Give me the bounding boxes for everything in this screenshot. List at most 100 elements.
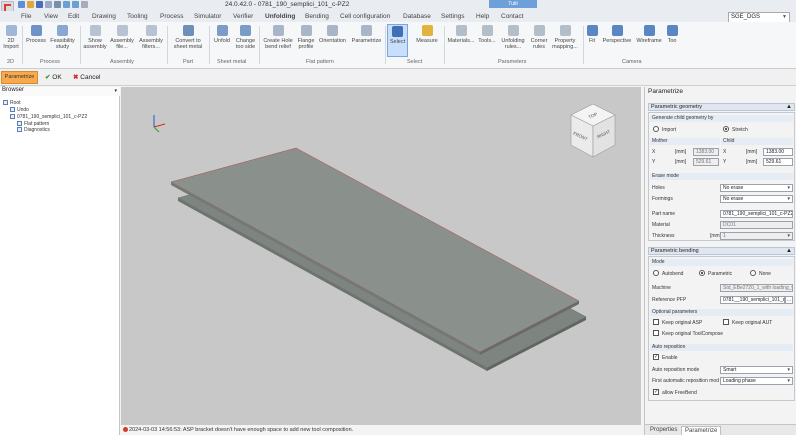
menu-database[interactable]: Database <box>403 13 431 20</box>
ribbon-feasibility-button[interactable]: Feasibility study <box>49 24 76 50</box>
ribbon-assembly-file-button[interactable]: Assembly file... <box>108 24 136 50</box>
print-icon[interactable] <box>54 1 61 8</box>
collapse-icon[interactable]: ▲ <box>786 104 792 110</box>
new-file-icon[interactable] <box>18 1 25 8</box>
ribbon-perspective-button[interactable]: Perspective <box>600 24 634 44</box>
ribbon-unfold-button[interactable]: Unfold <box>211 24 233 44</box>
menu-help[interactable]: Help <box>476 13 489 20</box>
convert-icon <box>182 25 194 36</box>
menu-cell-configuration[interactable]: Cell configuration <box>340 13 390 20</box>
keep-asp-checkbox[interactable] <box>653 319 659 325</box>
ribbon-assembly-filters-button[interactable]: Assembly filters... <box>137 24 165 50</box>
ribbon-label: Create Hole bend relief <box>263 38 293 50</box>
erase-mode-header: Erase mode <box>650 173 793 180</box>
ribbon-select-button[interactable]: Select <box>387 24 408 57</box>
ribbon-orientation-button[interactable]: Orientation <box>316 24 349 44</box>
section-parametric-bending[interactable]: Parametric bending ▲ <box>648 247 795 255</box>
ok-button[interactable]: ✔ OK <box>45 73 62 81</box>
stretch-radio[interactable] <box>723 126 729 132</box>
part-name-field[interactable]: 0781_190_semplici_101_c-PZ2_1 <box>720 210 793 218</box>
tree-item-part[interactable]: 0781_190_semplici_101_c-PZ2 <box>10 114 87 120</box>
collapse-icon[interactable]: ▲ <box>786 248 792 254</box>
menu-unfolding[interactable]: Unfolding <box>265 13 295 20</box>
import-radio[interactable] <box>653 126 659 132</box>
menu-drawing[interactable]: Drawing <box>92 13 116 20</box>
ribbon-create-hole-button[interactable]: Create Hole bend relief <box>261 24 295 50</box>
tab-properties[interactable]: Properties <box>647 426 680 434</box>
ribbon-too-button[interactable]: Too <box>666 24 678 44</box>
pin-icon[interactable]: ▾ <box>114 88 117 94</box>
menu-view[interactable]: View <box>44 13 58 20</box>
tree-label: Root <box>10 100 21 106</box>
child-x-field[interactable]: 1383.00 <box>763 148 793 156</box>
ribbon-show-assembly-button[interactable]: Show assembly <box>83 24 107 50</box>
section-parametric-geometry[interactable]: Parametric geometry ▲ <box>648 103 795 111</box>
ribbon-parametrize-button[interactable]: Parametrize <box>349 24 384 44</box>
process-icon <box>30 25 42 36</box>
cancel-button[interactable]: ✖ Cancel <box>73 73 101 81</box>
3d-viewport[interactable]: TOP FRONT RIGHT <box>121 87 641 425</box>
keep-asp-label: Keep original ASP <box>662 320 703 326</box>
tree-item-root[interactable]: Root <box>3 100 21 106</box>
enable-checkbox[interactable]: ✓ <box>653 354 659 360</box>
mother-header: Mother <box>650 138 720 145</box>
ribbon-corner-rules-button[interactable]: Corner rules <box>528 24 550 50</box>
tree-item-diagnostics[interactable]: Diagnostics <box>17 127 50 133</box>
group-part: Part <box>183 59 194 65</box>
child-y-field[interactable]: 529.61 <box>763 158 793 166</box>
flat-pattern-icon <box>17 121 22 127</box>
check-icon: ✔ <box>45 74 51 81</box>
child-x-label: X <box>723 149 727 155</box>
sheet-part-model[interactable] <box>170 147 587 371</box>
menu-bending[interactable]: Bending <box>305 13 329 20</box>
save-all-icon[interactable] <box>45 1 52 8</box>
ribbon-tools-button[interactable]: Tools... <box>476 24 498 44</box>
unfold-icon <box>216 25 228 36</box>
open-folder-icon[interactable] <box>27 1 34 8</box>
menu-file[interactable]: File <box>21 13 31 20</box>
first-reposition-select[interactable]: Loading phase ▼ <box>720 377 793 385</box>
menu-contact[interactable]: Contact <box>501 13 523 20</box>
ribbon-fit-button[interactable]: Fit <box>585 24 599 44</box>
ribbon-property-mapping-button[interactable]: Property mapping... <box>550 24 580 50</box>
autobend-radio[interactable] <box>653 270 659 276</box>
none-radio[interactable] <box>750 270 756 276</box>
view-cube[interactable]: TOP FRONT RIGHT <box>570 103 616 158</box>
ribbon-convert-button[interactable]: Convert to sheet metal <box>169 24 207 50</box>
keep-aut-checkbox[interactable] <box>723 319 729 325</box>
menu-settings[interactable]: Settings <box>441 13 465 20</box>
undo-icon[interactable] <box>63 1 70 8</box>
redo-icon[interactable] <box>72 1 79 8</box>
ribbon-2d-import-button[interactable]: 2D Import <box>2 24 20 50</box>
menu-process[interactable]: Process <box>160 13 183 20</box>
holes-select[interactable]: No erase ▼ <box>720 184 793 192</box>
menu-tooling[interactable]: Tooling <box>127 13 148 20</box>
customize-dropdown-icon[interactable] <box>81 1 88 8</box>
allow-freebend-checkbox[interactable]: ✓ <box>653 389 659 395</box>
group-assembly: Assembly <box>110 59 134 65</box>
reposition-mode-select[interactable]: Smart ▼ <box>720 366 793 374</box>
ribbon-unfolding-rules-button[interactable]: Unfolding rules... <box>498 24 528 50</box>
menu-simulator[interactable]: Simulator <box>194 13 221 20</box>
save-icon[interactable] <box>36 1 43 8</box>
formings-select[interactable]: No erase ▼ <box>720 195 793 203</box>
ribbon-materials-button[interactable]: Materials... <box>446 24 476 44</box>
viewport-canvas[interactable]: TOP FRONT RIGHT <box>121 87 641 425</box>
browser-panel: Browser ▾ Root Undo 0781_190_semplici_10… <box>0 87 120 435</box>
menu-verifier[interactable]: Verifier <box>233 13 253 20</box>
ribbon-process-button[interactable]: Process <box>24 24 48 44</box>
menu-edit[interactable]: Edit <box>68 13 79 20</box>
ribbon-label: Process <box>26 38 46 44</box>
ribbon-flange-button[interactable]: Flange profile <box>295 24 317 50</box>
tree-item-undo[interactable]: Undo <box>10 107 29 113</box>
ribbon-change-side-button[interactable]: Change too side <box>233 24 258 50</box>
browse-button[interactable]: … <box>785 296 793 304</box>
ribbon-measure-button[interactable]: Measure <box>412 24 442 44</box>
parametric-radio[interactable] <box>699 270 705 276</box>
parametrize-tab[interactable]: Parametrize <box>1 71 38 84</box>
chevron-down-icon[interactable]: ▼ <box>782 13 787 22</box>
reference-pfp-field[interactable]: 0781__190_semplici_101_c-PZ2_1 <box>720 296 785 304</box>
keep-toolcompose-checkbox[interactable] <box>653 330 659 336</box>
tab-parametrize[interactable]: Parametrize <box>681 426 722 435</box>
ribbon-wireframe-button[interactable]: Wireframe <box>634 24 664 44</box>
